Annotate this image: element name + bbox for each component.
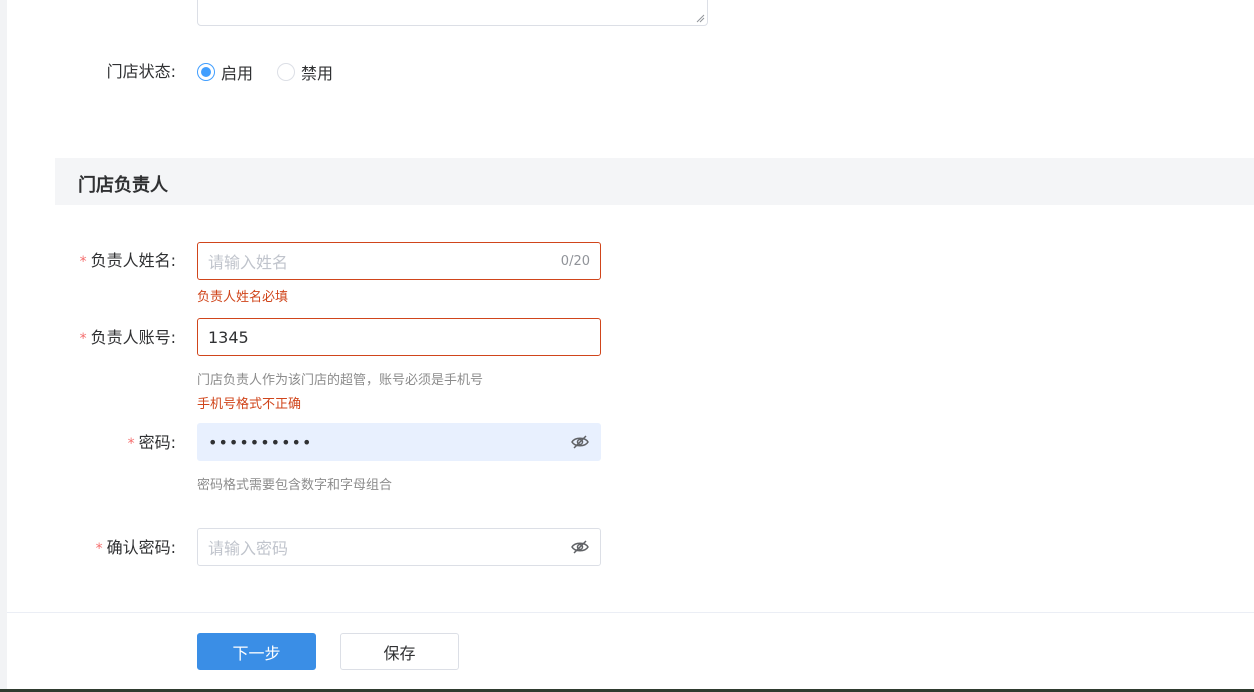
manager-account-error: 手机号格式不正确 [197, 397, 302, 412]
manager-account-hint: 门店负责人作为该门店的超管，账号必须是手机号 [197, 373, 484, 388]
manager-account-input[interactable]: 1345 [197, 318, 601, 356]
store-status-radio-group: 启用 禁用 [197, 60, 357, 84]
radio-enabled-label: 启用 [221, 64, 254, 83]
required-mark: * [127, 436, 135, 452]
manager-account-label: * 负责人账号: [16, 328, 176, 349]
next-step-button[interactable]: 下一步 [197, 633, 316, 670]
save-button[interactable]: 保存 [340, 633, 459, 670]
manager-name-placeholder: 请输入姓名 [208, 253, 289, 272]
manager-account-label-text: 负责人账号: [90, 328, 176, 347]
eye-off-icon[interactable] [570, 537, 590, 557]
manager-name-label: * 负责人姓名: [16, 251, 176, 272]
store-status-label: 门店状态: [106, 62, 176, 81]
manager-name-counter: 0/20 [560, 253, 590, 269]
footer-divider [7, 612, 1254, 613]
radio-unchecked-icon[interactable] [277, 63, 296, 81]
radio-checked-icon[interactable] [197, 63, 215, 81]
store-description-textarea[interactable] [197, 0, 708, 26]
confirm-password-placeholder: 请输入密码 [208, 539, 289, 558]
password-label: * 密码: [16, 433, 176, 454]
left-panel-edge [0, 0, 7, 692]
password-hint: 密码格式需要包含数字和字母组合 [197, 478, 393, 493]
radio-disabled-label: 禁用 [301, 64, 334, 83]
confirm-password-input[interactable]: 请输入密码 [197, 528, 601, 566]
manager-name-label-text: 负责人姓名: [90, 251, 176, 270]
required-mark: * [79, 331, 87, 347]
radio-disabled[interactable]: 禁用 [277, 60, 333, 84]
confirm-password-label: * 确认密码: [16, 538, 176, 559]
eye-off-icon[interactable] [570, 432, 590, 452]
resize-handle-icon[interactable] [696, 14, 705, 23]
radio-enabled[interactable]: 启用 [197, 60, 253, 84]
manager-name-error: 负责人姓名必填 [197, 290, 289, 305]
required-mark: * [95, 541, 103, 557]
password-label-text: 密码: [138, 433, 176, 452]
section-title: 门店负责人 [78, 175, 168, 196]
password-masked-value: •••••••••• [208, 432, 313, 452]
manager-account-value: 1345 [208, 327, 249, 347]
password-input[interactable]: •••••••••• [197, 423, 601, 461]
section-header: 门店负责人 [55, 158, 1254, 205]
required-mark: * [79, 254, 87, 270]
confirm-password-label-text: 确认密码: [106, 538, 176, 557]
manager-name-input[interactable]: 请输入姓名 0/20 [197, 242, 601, 280]
